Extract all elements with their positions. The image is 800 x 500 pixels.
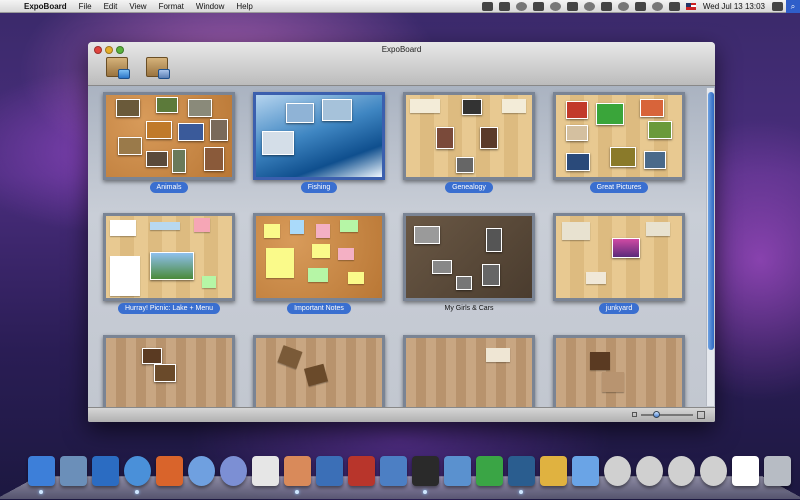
board-thumbnail-junkyard[interactable]: [553, 213, 685, 301]
board-thumbnail-great-pictures[interactable]: [553, 92, 685, 180]
zoom-slider[interactable]: [641, 414, 693, 416]
cloud-icon[interactable]: [532, 1, 544, 11]
menu-window[interactable]: Window: [190, 0, 230, 13]
status-icon[interactable]: [549, 1, 561, 11]
status-icon[interactable]: [583, 1, 595, 11]
board-label[interactable]: junkyard: [553, 303, 685, 314]
bluetooth-icon[interactable]: [617, 1, 629, 11]
board-label[interactable]: Important Notes: [253, 303, 385, 314]
dock-expoboard-icon[interactable]: [284, 456, 311, 494]
dock: [28, 456, 796, 494]
dock-terminal-icon[interactable]: [412, 456, 439, 494]
board-thumbnail-important-notes[interactable]: [253, 213, 385, 301]
zoom-slider-knob[interactable]: [653, 411, 660, 418]
board-thumbnail[interactable]: [253, 335, 385, 407]
dock-at-sign-3-icon[interactable]: [668, 456, 695, 486]
dock-textedit-icon[interactable]: [252, 456, 279, 486]
boards-grid: Animals Fishing Genealogy Great Pictures…: [88, 86, 715, 407]
status-icon[interactable]: [498, 1, 510, 11]
board-thumbnail-animals[interactable]: [103, 92, 235, 180]
wifi-icon[interactable]: [651, 1, 663, 11]
dock-photoshop-icon[interactable]: [508, 456, 535, 494]
menu-app-name[interactable]: ExpoBoard: [18, 0, 73, 13]
window-title: ExpoBoard: [381, 45, 422, 54]
dock-preview-icon[interactable]: [60, 456, 87, 486]
board-thumbnail-genealogy[interactable]: [403, 92, 535, 180]
battery-icon[interactable]: [566, 1, 578, 11]
expoboard-window: ExpoBoard Animals Fishing Genealogy Grea…: [88, 42, 715, 422]
add-board-button[interactable]: [106, 57, 130, 79]
status-icon[interactable]: [481, 1, 493, 11]
board-label[interactable]: Great Pictures: [553, 182, 685, 193]
dock-itunes-icon[interactable]: [220, 456, 247, 486]
dock-mail-stamp-icon[interactable]: [540, 456, 567, 486]
dock-firefox-icon[interactable]: [156, 456, 183, 486]
menu-file[interactable]: File: [73, 0, 98, 13]
board-thumbnail[interactable]: [553, 335, 685, 407]
dock-at-sign-2-icon[interactable]: [636, 456, 663, 486]
dock-downloader-icon[interactable]: [476, 456, 503, 486]
title-bar[interactable]: ExpoBoard: [88, 42, 715, 86]
volume-icon[interactable]: [668, 1, 680, 11]
board-thumbnail[interactable]: [403, 335, 535, 407]
dock-finder-icon[interactable]: [28, 456, 55, 494]
menu-view[interactable]: View: [123, 0, 152, 13]
scroll-thumb[interactable]: [708, 92, 714, 350]
vertical-scrollbar[interactable]: [706, 88, 714, 406]
timemachine-icon[interactable]: [634, 1, 646, 11]
board-label[interactable]: Genealogy: [403, 182, 535, 193]
dock-at-sign-1-icon[interactable]: [604, 456, 631, 486]
zoom-in-icon[interactable]: [697, 411, 705, 419]
board-label[interactable]: My Girls & Cars: [403, 303, 535, 314]
board-thumbnail[interactable]: [103, 335, 235, 407]
dock-folder-icon[interactable]: [572, 456, 599, 486]
status-icon[interactable]: [515, 1, 527, 11]
user-icon[interactable]: [772, 1, 783, 11]
menu-extras: Wed Jul 13 13:03 ⌕: [479, 0, 800, 13]
board-thumbnail-my-girls-cars[interactable]: [403, 213, 535, 301]
menu-clock[interactable]: Wed Jul 13 13:03: [699, 2, 769, 11]
menu-format[interactable]: Format: [153, 0, 190, 13]
dock-dictionary-icon[interactable]: [316, 456, 343, 486]
dock-document-icon[interactable]: [732, 456, 759, 486]
dock-calendar-icon[interactable]: [348, 456, 375, 486]
zoom-out-icon[interactable]: [632, 412, 637, 417]
dock-thunderbird-icon[interactable]: [92, 456, 119, 486]
board-label[interactable]: Hurray! Picnic: Lake + Menu: [103, 303, 235, 314]
board-thumbnail-fishing[interactable]: [253, 92, 385, 180]
input-flag-icon[interactable]: [685, 2, 696, 10]
spotlight-icon[interactable]: ⌕: [786, 0, 800, 13]
board-thumbnail-picnic[interactable]: [103, 213, 235, 301]
dock-xcode-icon[interactable]: [380, 456, 407, 486]
dock-trash-icon[interactable]: [764, 456, 791, 486]
status-bar: [88, 407, 715, 422]
menu-help[interactable]: Help: [230, 0, 258, 13]
dock-at-sign-4-icon[interactable]: [700, 456, 727, 486]
menu-bar: ExpoBoard File Edit View Format Window H…: [0, 0, 800, 13]
status-icon[interactable]: [600, 1, 612, 11]
board-label[interactable]: Fishing: [253, 182, 385, 193]
remove-board-button[interactable]: [146, 57, 170, 79]
dock-safari-icon[interactable]: [124, 456, 151, 494]
dock-ichat-icon[interactable]: [188, 456, 215, 486]
board-label[interactable]: Animals: [103, 182, 235, 193]
dock-screen-sharing-icon[interactable]: [444, 456, 471, 486]
menu-edit[interactable]: Edit: [98, 0, 124, 13]
